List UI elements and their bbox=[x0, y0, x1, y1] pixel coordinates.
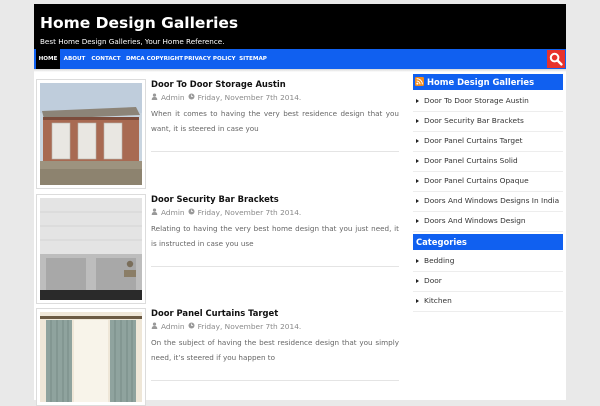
sidebar-categories-widget: Categories Bedding Door Kitchen bbox=[413, 234, 563, 314]
sidebar-link-label[interactable]: Doors And Windows Design bbox=[424, 216, 526, 225]
category-link[interactable]: Bedding bbox=[413, 251, 563, 272]
post-thumbnail[interactable] bbox=[36, 308, 146, 406]
post-divider bbox=[151, 151, 399, 152]
user-icon bbox=[151, 208, 158, 217]
sidebar-link[interactable]: Doors And Windows Design bbox=[413, 211, 563, 232]
post-title-link[interactable]: Door Panel Curtains Target bbox=[151, 308, 278, 318]
sidebar-link[interactable]: Door Panel Curtains Solid bbox=[413, 151, 563, 172]
widget-title: Home Design Galleries bbox=[413, 74, 563, 90]
post-meta: Admin Friday, November 7th 2014. bbox=[151, 93, 301, 102]
post-title-link[interactable]: Door To Door Storage Austin bbox=[151, 79, 286, 89]
nav-item-dmca-copyright[interactable]: DMCA COPYRIGHT bbox=[126, 49, 183, 69]
post-meta: Admin Friday, November 7th 2014. bbox=[151, 208, 301, 217]
clock-icon bbox=[188, 322, 195, 331]
sidebar-link[interactable]: Door Security Bar Brackets bbox=[413, 111, 563, 132]
page-container: Home Design Galleries Best Home Design G… bbox=[34, 4, 566, 406]
triangle-bullet-icon bbox=[416, 159, 419, 163]
widget-title-text: Home Design Galleries bbox=[427, 77, 535, 87]
triangle-bullet-icon bbox=[416, 259, 419, 263]
security-door-image bbox=[40, 198, 142, 300]
post-divider bbox=[151, 380, 399, 381]
user-icon bbox=[151, 93, 158, 102]
post-item: Door To Door Storage Austin Admin Friday… bbox=[34, 79, 404, 191]
post-author[interactable]: Admin bbox=[161, 93, 185, 102]
triangle-bullet-icon bbox=[416, 299, 419, 303]
clock-icon bbox=[188, 93, 195, 102]
sidebar-link-label[interactable]: Door Panel Curtains Opaque bbox=[424, 176, 529, 185]
sidebar-link[interactable]: Doors And Windows Designs In India bbox=[413, 191, 563, 212]
triangle-bullet-icon bbox=[416, 119, 419, 123]
search-icon bbox=[549, 52, 563, 66]
nav-item-privacy-policy[interactable]: PRIVACY POLICY bbox=[184, 49, 236, 69]
post-date: Friday, November 7th 2014. bbox=[197, 322, 302, 331]
post-item: Door Panel Curtains Target Admin Friday,… bbox=[34, 308, 404, 406]
post-item: Door Security Bar Brackets Admin Friday,… bbox=[34, 194, 404, 306]
post-author[interactable]: Admin bbox=[161, 208, 185, 217]
post-title-link[interactable]: Door Security Bar Brackets bbox=[151, 194, 279, 204]
post-excerpt: When it comes to having the very best re… bbox=[151, 109, 399, 133]
sidebar-link-label[interactable]: Door Panel Curtains Target bbox=[424, 136, 523, 145]
post-thumbnail[interactable] bbox=[36, 79, 146, 189]
clock-icon bbox=[188, 208, 195, 217]
sidebar-link-label[interactable]: Doors And Windows Designs In India bbox=[424, 196, 559, 205]
site-title[interactable]: Home Design Galleries bbox=[40, 14, 238, 32]
post-meta: Admin Friday, November 7th 2014. bbox=[151, 322, 301, 331]
nav-item-about[interactable]: ABOUT bbox=[62, 49, 87, 69]
category-link-label[interactable]: Kitchen bbox=[424, 296, 452, 305]
nav-shadow bbox=[34, 69, 566, 72]
triangle-bullet-icon bbox=[416, 139, 419, 143]
sidebar-link-label[interactable]: Door Panel Curtains Solid bbox=[424, 156, 518, 165]
category-link[interactable]: Kitchen bbox=[413, 291, 563, 312]
sidebar-link-label[interactable]: Door To Door Storage Austin bbox=[424, 96, 529, 105]
post-date: Friday, November 7th 2014. bbox=[197, 208, 302, 217]
main-nav: HOME ABOUT CONTACT DMCA COPYRIGHT PRIVAC… bbox=[34, 49, 566, 69]
curtains-image bbox=[40, 312, 142, 402]
search-button[interactable] bbox=[547, 50, 565, 68]
rss-icon bbox=[415, 75, 424, 91]
post-author[interactable]: Admin bbox=[161, 322, 185, 331]
triangle-bullet-icon bbox=[416, 199, 419, 203]
post-divider bbox=[151, 266, 399, 267]
triangle-bullet-icon bbox=[416, 219, 419, 223]
sidebar-feed-widget: Home Design Galleries Door To Door Stora… bbox=[413, 74, 563, 234]
triangle-bullet-icon bbox=[416, 99, 419, 103]
category-link[interactable]: Door bbox=[413, 271, 563, 292]
sidebar-link[interactable]: Door To Door Storage Austin bbox=[413, 91, 563, 112]
site-tagline: Best Home Design Galleries, Your Home Re… bbox=[40, 37, 225, 46]
sidebar-link[interactable]: Door Panel Curtains Opaque bbox=[413, 171, 563, 192]
post-excerpt: Relating to having the very best home de… bbox=[151, 224, 399, 248]
post-excerpt: On the subject of having the best reside… bbox=[151, 338, 399, 362]
nav-item-home[interactable]: HOME bbox=[36, 49, 60, 69]
storage-building-image bbox=[40, 83, 142, 185]
user-icon bbox=[151, 322, 158, 331]
sidebar-link-label[interactable]: Door Security Bar Brackets bbox=[424, 116, 524, 125]
triangle-bullet-icon bbox=[416, 179, 419, 183]
post-date: Friday, November 7th 2014. bbox=[197, 93, 302, 102]
category-link-label[interactable]: Bedding bbox=[424, 256, 454, 265]
sidebar-link[interactable]: Door Panel Curtains Target bbox=[413, 131, 563, 152]
post-thumbnail[interactable] bbox=[36, 194, 146, 304]
nav-item-contact[interactable]: CONTACT bbox=[90, 49, 122, 69]
site-header: Home Design Galleries Best Home Design G… bbox=[34, 4, 566, 49]
triangle-bullet-icon bbox=[416, 279, 419, 283]
nav-item-sitemap[interactable]: SITEMAP bbox=[238, 49, 268, 69]
widget-title: Categories bbox=[413, 234, 563, 250]
category-link-label[interactable]: Door bbox=[424, 276, 442, 285]
